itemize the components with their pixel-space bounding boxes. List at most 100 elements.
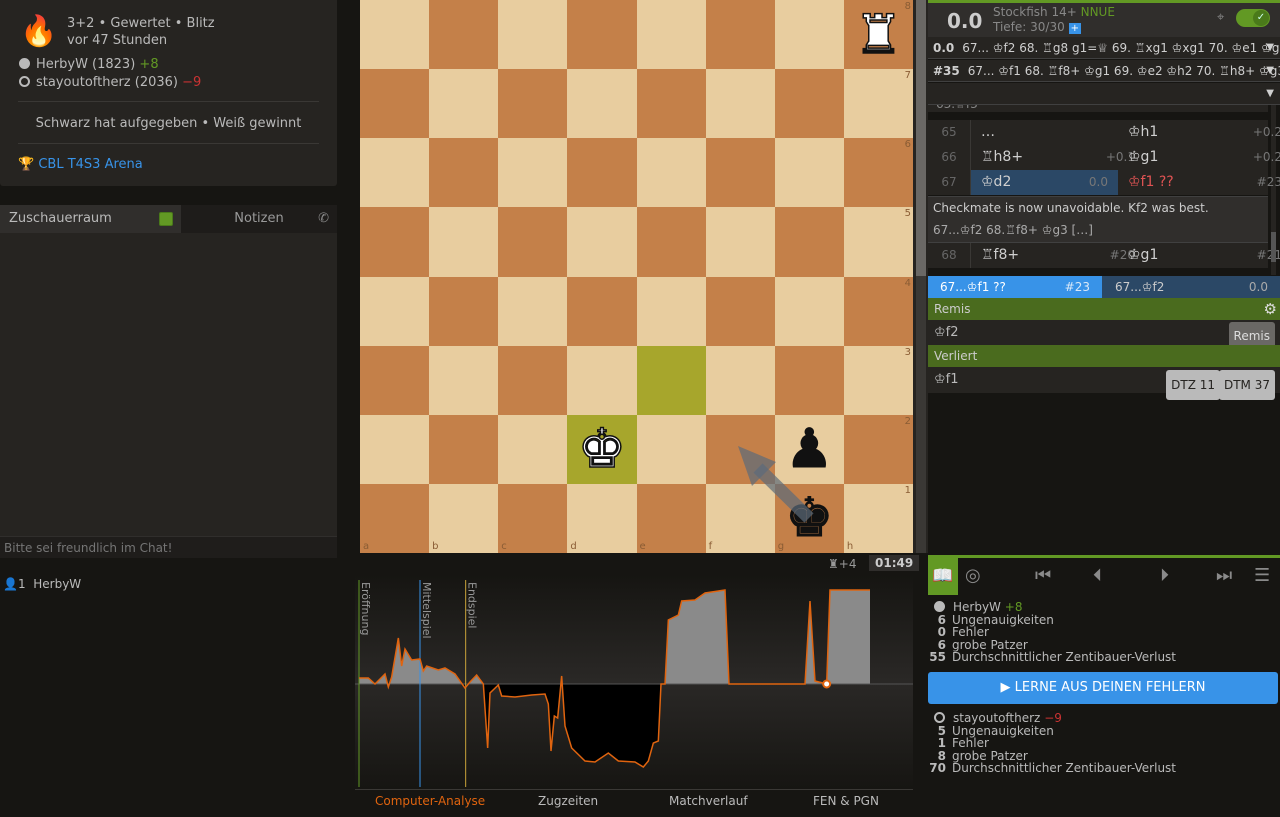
square-d8[interactable] <box>567 0 637 70</box>
white-player[interactable]: HerbyW (1823) +8 <box>19 57 159 72</box>
tab-spectator-room[interactable]: Zuschauerraum <box>0 205 181 233</box>
move-black[interactable]: ♔f1 ?? #23 <box>1118 170 1280 195</box>
square-b3[interactable] <box>429 345 499 415</box>
square-e5[interactable] <box>636 207 706 277</box>
square-b7[interactable] <box>429 69 499 139</box>
pv-line[interactable]: #35 67... ♔f1 68. ♖f8+ ♔g1 69. ♔e2 ♔h2 70… <box>928 60 1280 82</box>
square-g7[interactable] <box>774 69 844 139</box>
target-practice-icon[interactable]: ◎ <box>965 565 981 586</box>
square-g4[interactable] <box>774 276 844 346</box>
black-player[interactable]: stayoutoftherz (2036) −9 <box>19 75 201 90</box>
square-e2[interactable] <box>636 414 706 484</box>
square-e6[interactable] <box>636 138 706 208</box>
square-a7[interactable] <box>360 69 430 139</box>
summary-stat[interactable]: 55 Durchschnittlicher Zentibauer-Verlust <box>926 651 1176 664</box>
square-d3[interactable] <box>567 345 637 415</box>
square-d5[interactable] <box>567 207 637 277</box>
square-g8[interactable] <box>774 0 844 70</box>
square-f3[interactable] <box>705 345 775 415</box>
square-d7[interactable] <box>567 69 637 139</box>
square-e8[interactable] <box>636 0 706 70</box>
analysis-tab-3[interactable]: FEN & PGN <box>813 794 879 808</box>
black-piece-g2[interactable]: ♟ <box>775 415 844 484</box>
target-icon[interactable]: ⌖ <box>1217 10 1224 25</box>
pv-expand-icon[interactable]: ▼ <box>1266 83 1274 104</box>
square-b2[interactable] <box>429 414 499 484</box>
last-move-icon[interactable]: ⏭ <box>1216 565 1232 586</box>
square-d1[interactable]: d <box>567 483 637 553</box>
square-b1[interactable]: b <box>429 483 499 553</box>
square-f8[interactable] <box>705 0 775 70</box>
chess-board[interactable]: 8 ♜ 7 6 5 4 3 ♚ ♟ 2 a b c d e f g ♚ 1 h <box>360 0 913 553</box>
fork-option[interactable]: 67...♔f2 0.0 <box>1102 276 1280 298</box>
square-f4[interactable] <box>705 276 775 346</box>
pv-line[interactable]: 0.0 67... ♔f2 68. ♖g8 g1=♕ 69. ♖xg1 ♔xg1 … <box>928 37 1280 59</box>
square-h1[interactable]: 1h <box>843 483 913 553</box>
square-c3[interactable] <box>498 345 568 415</box>
fork-option-selected[interactable]: 67...♔f1 ?? #23 <box>928 276 1102 298</box>
white-piece-d2[interactable]: ♚ <box>567 415 636 484</box>
square-e1[interactable]: e <box>636 483 706 553</box>
square-c1[interactable]: c <box>498 483 568 553</box>
gear-icon[interactable]: ⚙ <box>1264 298 1277 320</box>
square-f5[interactable] <box>705 207 775 277</box>
first-move-icon[interactable]: ⏮ <box>1035 565 1051 586</box>
move-black[interactable]: ♔h1 +0.2 <box>1118 120 1280 145</box>
square-e3[interactable] <box>636 345 706 415</box>
chat-input[interactable] <box>0 536 337 558</box>
square-g2[interactable]: ♟ <box>774 414 844 484</box>
square-h8[interactable]: 8 ♜ <box>843 0 913 70</box>
more-depth-button[interactable]: + <box>1068 23 1081 34</box>
analysis-tab-1[interactable]: Zugzeiten <box>538 794 598 808</box>
move-white[interactable]: ♔d2 0.0 <box>971 170 1118 195</box>
engine-toggle[interactable]: ✓ <box>1236 9 1270 27</box>
square-g6[interactable] <box>774 138 844 208</box>
square-a2[interactable] <box>360 414 430 484</box>
square-c7[interactable] <box>498 69 568 139</box>
square-h5[interactable]: 5 <box>843 207 913 277</box>
eval-chart[interactable]: Eröffnung Mittelspiel Endspiel <box>355 575 915 790</box>
square-a1[interactable]: a <box>360 483 430 553</box>
phone-icon[interactable]: ✆ <box>318 205 329 233</box>
square-h6[interactable]: 6 <box>843 138 913 208</box>
move-black[interactable]: ♔g1 +0.2 <box>1118 145 1280 170</box>
square-g1[interactable]: g ♚ <box>774 483 844 553</box>
analysis-tab-2[interactable]: Matchverlauf <box>669 794 748 808</box>
square-h2[interactable]: 2 <box>843 414 913 484</box>
square-a4[interactable] <box>360 276 430 346</box>
square-c4[interactable] <box>498 276 568 346</box>
summary-stat[interactable]: 70 Durchschnittlicher Zentibauer-Verlust <box>926 762 1176 775</box>
square-e4[interactable] <box>636 276 706 346</box>
learn-from-mistakes-button[interactable]: ▶ LERNE AUS DEINEN FEHLERN <box>928 672 1278 704</box>
pv-expand-icon[interactable]: ▼ <box>1266 37 1274 58</box>
square-g3[interactable] <box>774 345 844 415</box>
square-g5[interactable] <box>774 207 844 277</box>
pv-line[interactable]: ▼ <box>928 83 1280 105</box>
square-d2[interactable]: ♚ <box>567 414 637 484</box>
current-move-point[interactable] <box>822 679 832 689</box>
square-b4[interactable] <box>429 276 499 346</box>
square-a5[interactable] <box>360 207 430 277</box>
tablebase-row[interactable]: ♔f2 Remis <box>928 320 1280 351</box>
square-c8[interactable] <box>498 0 568 70</box>
square-f2[interactable] <box>705 414 775 484</box>
move-black[interactable]: ♔g1 #21 <box>1118 243 1280 268</box>
white-piece-h8[interactable]: ♜ <box>844 0 913 69</box>
chat-toggle-checkbox[interactable] <box>159 212 173 226</box>
menu-icon[interactable]: ☰ <box>1254 565 1270 586</box>
square-a3[interactable] <box>360 345 430 415</box>
square-e7[interactable] <box>636 69 706 139</box>
square-h7[interactable]: 7 <box>843 69 913 139</box>
tab-notes[interactable]: Notizen ✆ <box>181 205 337 233</box>
square-c2[interactable] <box>498 414 568 484</box>
tournament-link[interactable]: 🏆 CBL T4S3 Arena <box>18 157 143 172</box>
square-c6[interactable] <box>498 138 568 208</box>
tablebase-row[interactable]: ♔f1 DTZ 11 DTM 37 <box>928 367 1280 400</box>
square-h4[interactable]: 4 <box>843 276 913 346</box>
square-h3[interactable]: 3 <box>843 345 913 415</box>
analysis-tab-0[interactable]: Computer-Analyse <box>375 794 485 808</box>
book-icon[interactable]: 📖 <box>928 558 958 595</box>
square-d4[interactable] <box>567 276 637 346</box>
square-f1[interactable]: f <box>705 483 775 553</box>
square-a6[interactable] <box>360 138 430 208</box>
